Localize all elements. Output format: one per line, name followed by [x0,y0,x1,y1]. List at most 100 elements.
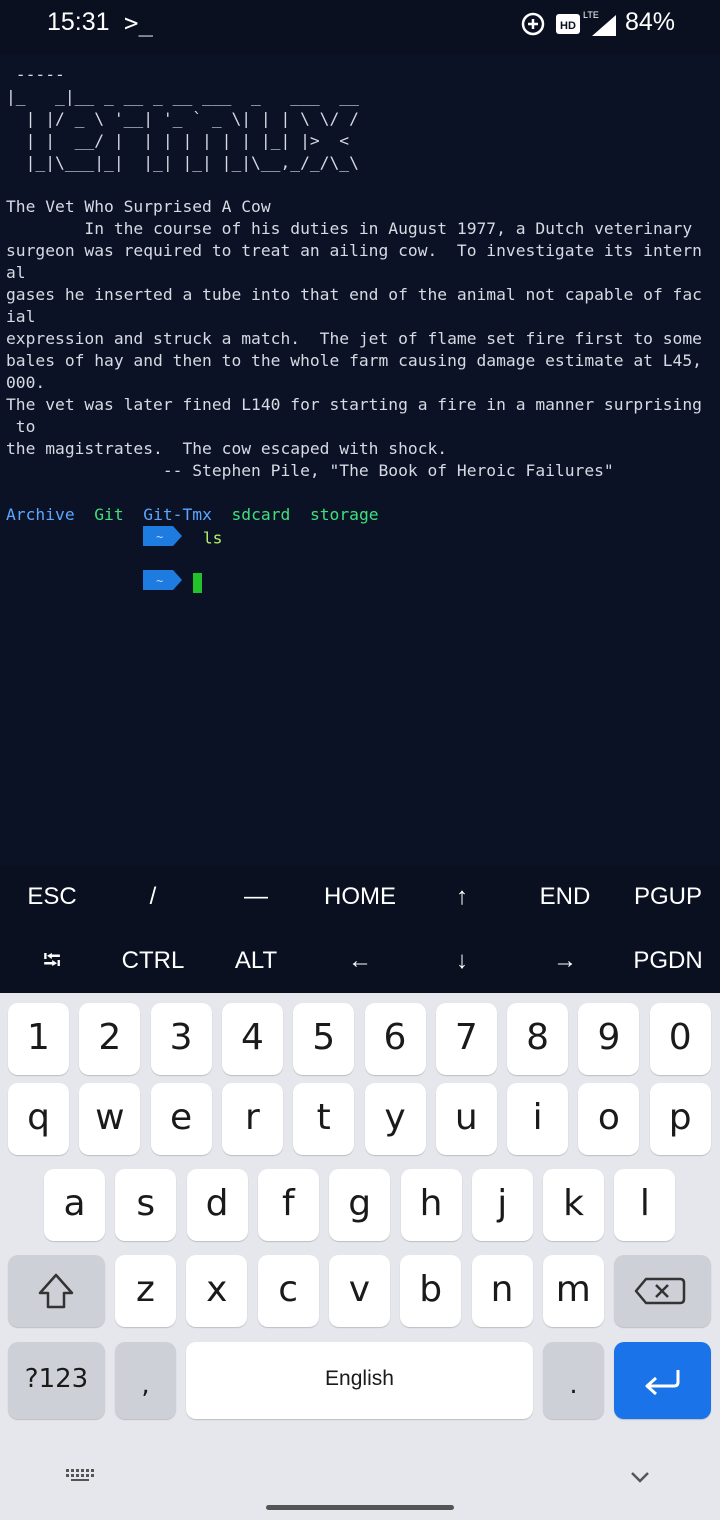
key-8[interactable]: 8 [507,1003,569,1075]
shift-key[interactable] [8,1255,105,1327]
backspace-icon [634,1277,686,1305]
key-1[interactable]: 1 [8,1003,69,1075]
command-text: ls [202,528,223,548]
dir-entry: storage [309,505,379,524]
fortune-line: gases he inserted a tube into that end o… [6,285,702,304]
slash-key[interactable]: / [103,873,203,921]
terminal-notification-icon: >_ [124,9,153,37]
fortune-line: al [6,263,26,282]
fortune-line: 000. [6,373,46,392]
key-0[interactable]: 0 [649,1003,711,1075]
key-b[interactable]: b [400,1255,462,1327]
key-label: 2 [98,1017,122,1058]
arrow-up-key[interactable]: ↑ [412,873,512,921]
key-e[interactable]: e [150,1083,212,1155]
gesture-nav-handle[interactable] [266,1505,454,1510]
key-p[interactable]: p [649,1083,711,1155]
period-label: . [569,1370,578,1400]
key-label: w [95,1097,125,1138]
esc-key[interactable]: ESC [2,873,102,921]
key-i[interactable]: i [507,1083,569,1155]
tab-key[interactable]: ⭾ [2,937,102,985]
hide-keyboard-icon[interactable] [626,1467,654,1487]
key-w[interactable]: w [79,1083,141,1155]
key-4[interactable]: 4 [221,1003,283,1075]
dash-key[interactable]: — [206,873,306,921]
arrow-right-key[interactable]: → [515,937,615,985]
key-s[interactable]: s [115,1169,177,1241]
key-h[interactable]: h [400,1169,462,1241]
key-j[interactable]: j [471,1169,533,1241]
keyboard-switch-icon[interactable] [60,1463,100,1487]
key-label: i [532,1097,543,1138]
key-label: j [497,1183,508,1224]
banner-line: ----- [6,65,65,84]
status-time: 15:31 [47,8,110,36]
key-2[interactable]: 2 [79,1003,141,1075]
key-label: f [282,1183,295,1224]
key-u[interactable]: u [435,1083,497,1155]
key-y[interactable]: y [364,1083,426,1155]
arrow-down-key[interactable]: ↓ [412,937,512,985]
home-key[interactable]: HOME [310,873,410,921]
key-label: z [136,1269,155,1310]
ctrl-key[interactable]: CTRL [103,937,203,985]
banner-line: | | __/ | | | | | | | |_| |> < [6,131,350,150]
key-g[interactable]: g [329,1169,391,1241]
banner-line: |_ _|__ _ __ _ __ ___ _ ___ __ [6,87,359,106]
key-v[interactable]: v [328,1255,390,1327]
key-n[interactable]: n [471,1255,533,1327]
alt-key[interactable]: ALT [206,937,306,985]
data-saver-icon [521,12,545,36]
end-key[interactable]: END [515,873,615,921]
key-z[interactable]: z [115,1255,176,1327]
fortune-line: to [6,417,36,436]
dir-entry: sdcard [231,505,291,524]
fortune-line: the magistrates. The cow escaped with sh… [6,439,448,458]
backspace-key[interactable] [614,1255,711,1327]
arrow-left-key[interactable]: ← [310,937,410,985]
space-bar[interactable]: English [186,1342,533,1419]
key-label: 0 [668,1017,692,1058]
dir-entry: Git-Tmx [143,505,212,524]
key-k[interactable]: k [543,1169,605,1241]
key-o[interactable]: o [578,1083,640,1155]
key-6[interactable]: 6 [364,1003,426,1075]
fortune-line: expression and struck a match. The jet o… [6,329,702,348]
key-t[interactable]: t [293,1083,355,1155]
key-5[interactable]: 5 [293,1003,355,1075]
symbols-key[interactable]: ?123 [8,1342,105,1419]
key-label: b [419,1269,443,1310]
key-f[interactable]: f [257,1169,319,1241]
network-type-text: LTE [583,10,599,20]
terminal-view[interactable]: ----- |_ _|__ _ __ _ __ ___ _ ___ __ | |… [0,55,720,865]
pgdn-key[interactable]: PGDN [618,937,718,985]
key-c[interactable]: c [257,1255,319,1327]
enter-icon [645,1370,680,1396]
key-7[interactable]: 7 [435,1003,497,1075]
key-label: 7 [454,1017,478,1058]
period-key[interactable]: . [543,1342,604,1419]
comma-key[interactable]: , [115,1342,176,1419]
fortune-line: In the course of his duties in August 19… [6,219,693,238]
fortune-line: ial [6,307,36,326]
key-label: 1 [27,1017,50,1058]
key-label: v [348,1269,371,1310]
key-label: n [490,1269,514,1310]
key-l[interactable]: l [614,1169,676,1241]
key-x[interactable]: x [186,1255,248,1327]
pgup-key[interactable]: PGUP [618,873,718,921]
status-bar: 15:31 >_ HD LTE 84% [0,0,720,55]
prompt-symbol: ~ [156,530,163,544]
space-label: English [325,1367,394,1390]
key-9[interactable]: 9 [578,1003,640,1075]
key-q[interactable]: q [8,1083,69,1155]
fortune-line: surgeon was required to treat an ailing … [6,241,702,260]
key-d[interactable]: d [186,1169,248,1241]
fortune-line: The Vet Who Surprised A Cow [6,197,271,216]
key-a[interactable]: a [44,1169,105,1241]
enter-key[interactable] [614,1342,711,1419]
key-3[interactable]: 3 [150,1003,212,1075]
key-r[interactable]: r [221,1083,283,1155]
key-m[interactable]: m [542,1255,604,1327]
